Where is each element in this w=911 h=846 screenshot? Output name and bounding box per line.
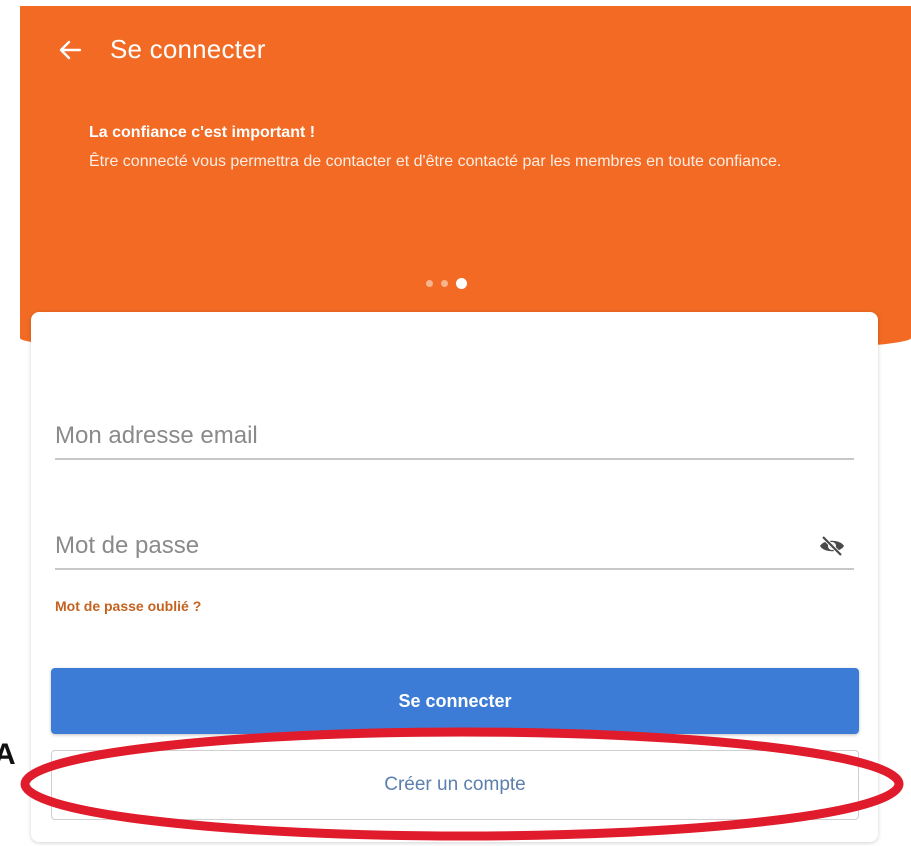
intro-heading: La confiance c'est important ! [89, 124, 316, 141]
arrow-left-icon[interactable] [56, 36, 84, 64]
eye-off-icon[interactable] [818, 534, 846, 558]
header-banner: Se connecter La confiance c'est importan… [20, 6, 911, 356]
password-input[interactable] [55, 524, 854, 568]
login-card: Mot de passe oublié ? Se connecter Créer… [31, 312, 878, 842]
carousel-dot-active[interactable] [456, 278, 467, 289]
login-screen: Se connecter La confiance c'est importan… [0, 0, 911, 846]
forgot-password-link[interactable]: Mot de passe oublié ? [55, 598, 201, 614]
carousel-dot[interactable] [426, 280, 433, 287]
page-title: Se connecter [110, 34, 266, 64]
login-button[interactable]: Se connecter [51, 668, 859, 734]
email-input[interactable] [55, 414, 854, 458]
carousel-dot[interactable] [441, 280, 448, 287]
app-bar: Se connecter [56, 34, 266, 65]
create-account-button[interactable]: Créer un compte [51, 750, 859, 820]
password-field [55, 524, 854, 570]
intro-block: La confiance c'est important ! Être conn… [89, 124, 829, 176]
edge-letter: A [0, 738, 16, 771]
carousel-indicator [426, 278, 467, 289]
intro-text: Être connecté vous permettra de contacte… [89, 153, 782, 170]
email-field [55, 414, 854, 460]
